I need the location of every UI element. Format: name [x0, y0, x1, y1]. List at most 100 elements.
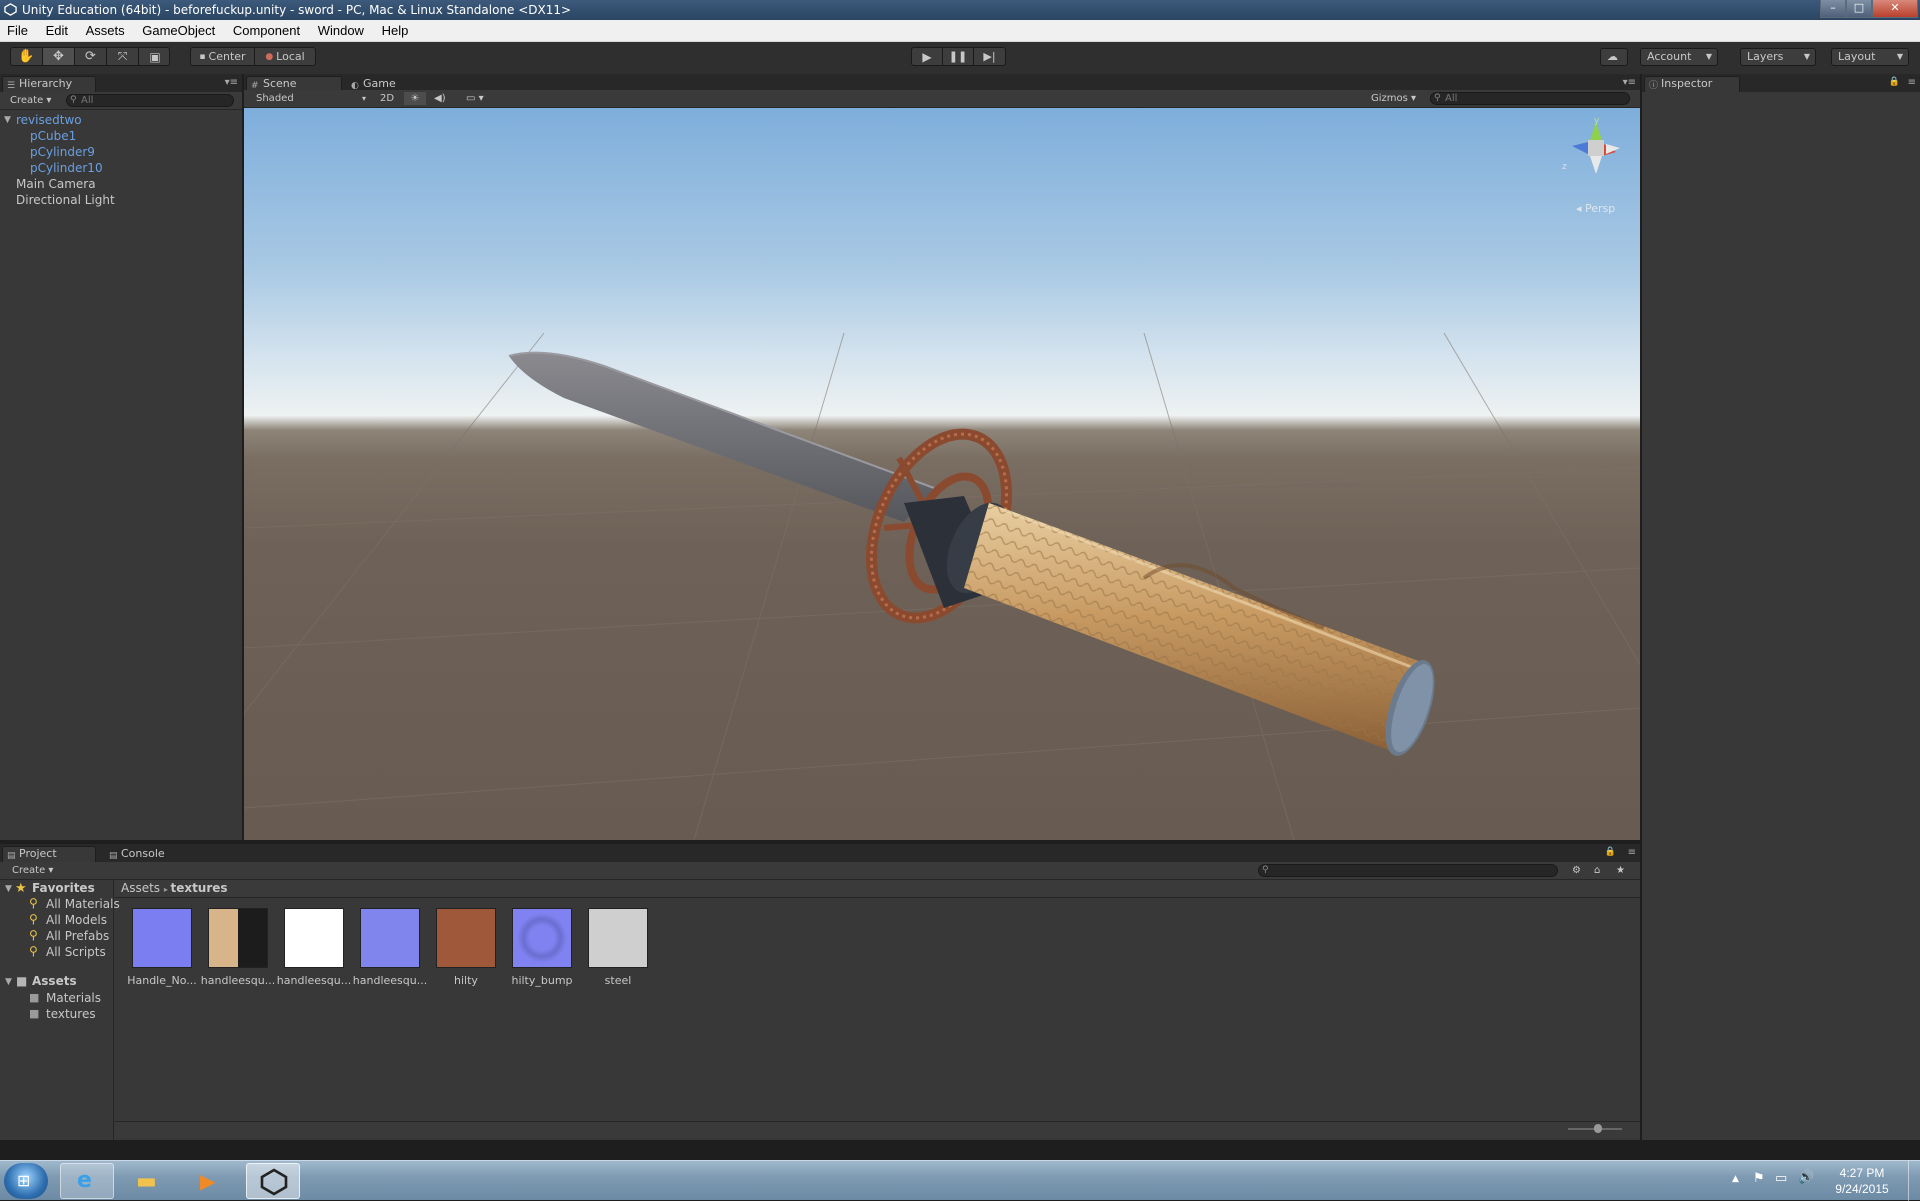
folder-textures[interactable]: textures — [46, 1007, 96, 1021]
scale-icon: ⤧ — [117, 49, 128, 63]
asset-thumb-hilty[interactable] — [436, 908, 496, 968]
hand-tool-button[interactable]: ✋ — [11, 48, 43, 65]
asset-thumb-steel[interactable] — [588, 908, 648, 968]
taskbar-file-explorer[interactable]: ▬ — [122, 1163, 176, 1199]
rect-tool-button[interactable]: ▣ — [139, 48, 171, 65]
menu-component[interactable]: Component — [226, 20, 307, 41]
effects-toggle[interactable]: ▭ ▾ — [466, 92, 484, 105]
expand-arrow-icon[interactable]: ▼ — [4, 115, 11, 125]
panel-menu-icon[interactable]: ▾≡ — [1623, 77, 1636, 88]
expand-arrow-icon[interactable]: ▼ — [5, 977, 12, 987]
panel-menu-icon[interactable]: ≡ — [1628, 847, 1636, 858]
play-button[interactable]: ▶ — [912, 48, 943, 65]
mode-2d-toggle[interactable]: 2D — [380, 92, 394, 105]
local-icon: ● — [265, 51, 274, 62]
panel-menu-icon[interactable]: ≡ — [1908, 77, 1916, 88]
hierarchy-item-pcylinder10[interactable]: pCylinder10 — [30, 161, 103, 175]
asset-thumb-hilty-bump[interactable] — [512, 908, 572, 968]
account-dropdown[interactable]: Account ▼ — [1640, 48, 1718, 66]
clock[interactable]: 4:27 PM 9/24/2015 — [1822, 1165, 1902, 1197]
flag-icon[interactable]: ⚑ — [1753, 1171, 1765, 1186]
gizmo-z-label: z — [1562, 162, 1567, 172]
slider-handle[interactable] — [1594, 1124, 1602, 1133]
persp-label[interactable]: ◂ Persp — [1576, 202, 1615, 215]
favorite-all-models[interactable]: All Models — [46, 913, 107, 927]
pivot-local-button[interactable]: ● Local — [255, 48, 315, 65]
hierarchy-item-pcylinder9[interactable]: pCylinder9 — [30, 145, 95, 159]
hierarchy-search-input[interactable]: ⚲ All — [66, 94, 234, 107]
menu-gameobject[interactable]: GameObject — [135, 20, 222, 41]
hierarchy-item-revisedtwo[interactable]: revisedtwo — [16, 113, 82, 127]
tab-project[interactable]: ▤ Project — [2, 846, 96, 862]
asset-thumb-handlee-square-2[interactable] — [284, 908, 344, 968]
scale-tool-button[interactable]: ⤧ — [107, 48, 139, 65]
hierarchy-item-main-camera[interactable]: Main Camera — [16, 177, 96, 191]
favorite-all-prefabs[interactable]: All Prefabs — [46, 929, 109, 943]
rotate-tool-button[interactable]: ⟳ — [75, 48, 107, 65]
asset-thumb-handle-normal[interactable] — [132, 908, 192, 968]
show-desktop-button[interactable] — [1908, 1161, 1920, 1201]
step-button[interactable]: ▶| — [974, 48, 1005, 65]
menu-file[interactable]: File — [0, 20, 35, 41]
main-toolbar: ✋ ✥ ⟳ ⤧ ▣ ▪ Center ● Local ▶ ❚❚ ▶| ☁ Acc… — [0, 42, 1920, 74]
panel-menu-icon[interactable]: ▾≡ — [225, 77, 238, 88]
filter-label-button[interactable]: ⌂ — [1594, 864, 1600, 877]
info-icon: ⓘ — [1649, 81, 1659, 91]
volume-icon[interactable]: 🔊 — [1798, 1170, 1814, 1185]
show-hidden-icons[interactable]: ▲ — [1732, 1174, 1739, 1184]
lighting-toggle[interactable]: ☀ — [404, 92, 426, 105]
taskbar-internet-explorer[interactable]: e — [60, 1163, 114, 1199]
orientation-gizmo[interactable] — [1572, 122, 1620, 174]
assets-folder[interactable]: Assets — [32, 974, 77, 988]
hierarchy-item-pcube1[interactable]: pCube1 — [30, 129, 76, 143]
favorites-header[interactable]: Favorites — [32, 881, 95, 895]
cloud-button[interactable]: ☁ — [1600, 48, 1628, 66]
asset-label: handleesqu... — [276, 974, 352, 987]
pivot-center-button[interactable]: ▪ Center — [191, 48, 255, 65]
project-create-button[interactable]: Create ▾ — [12, 864, 53, 877]
favorite-all-materials[interactable]: All Materials — [46, 897, 120, 911]
filter-type-button[interactable]: ⚙ — [1572, 864, 1581, 877]
scene-viewport[interactable]: y z ◂ Persp — [244, 108, 1640, 840]
inspector-panel — [1642, 74, 1920, 1140]
scene-search-input[interactable]: ⚲ All — [1430, 92, 1630, 105]
favorite-button[interactable]: ★ — [1616, 864, 1625, 877]
minimize-button[interactable]: – — [1820, 0, 1846, 18]
tab-console[interactable]: ▤ Console — [104, 846, 184, 862]
asset-label: handleesqu... — [200, 974, 276, 987]
breadcrumb-assets[interactable]: Assets — [121, 881, 160, 895]
asset-thumb-handlee-square-1[interactable] — [208, 908, 268, 968]
window-titlebar: Unity Education (64bit) - beforefuckup.u… — [0, 0, 1920, 20]
breadcrumb-textures[interactable]: textures — [170, 881, 227, 895]
taskbar-unity[interactable] — [246, 1163, 300, 1199]
close-button[interactable]: ✕ — [1872, 0, 1918, 18]
hierarchy-item-directional-light[interactable]: Directional Light — [16, 193, 115, 207]
move-tool-button[interactable]: ✥ — [43, 48, 75, 65]
asset-thumb-handlee-square-3[interactable] — [360, 908, 420, 968]
maximize-button[interactable]: □ — [1846, 0, 1872, 18]
network-icon[interactable]: ▭ — [1775, 1171, 1787, 1186]
menu-edit[interactable]: Edit — [39, 20, 75, 41]
filter-icon: ⚙ — [1572, 865, 1581, 876]
tab-hierarchy[interactable]: ☰ Hierarchy — [2, 76, 96, 92]
layers-dropdown[interactable]: Layers ▼ — [1740, 48, 1816, 66]
menu-help[interactable]: Help — [375, 20, 416, 41]
tab-inspector[interactable]: ⓘ Inspector — [1644, 76, 1740, 92]
hierarchy-create-button[interactable]: Create ▾ — [10, 94, 51, 107]
lock-icon[interactable]: 🔒 — [1605, 847, 1616, 857]
lock-icon[interactable]: 🔒 — [1889, 77, 1900, 87]
expand-arrow-icon[interactable]: ▼ — [5, 884, 12, 894]
pause-button[interactable]: ❚❚ — [943, 48, 974, 65]
project-search-input[interactable]: ⚲ — [1258, 864, 1558, 877]
start-button[interactable]: ⊞ — [4, 1163, 48, 1199]
favorite-all-scripts[interactable]: All Scripts — [46, 945, 106, 959]
gizmos-dropdown[interactable]: Gizmos ▾ — [1371, 92, 1416, 105]
shading-mode-dropdown[interactable]: Shaded ▾ — [256, 92, 366, 105]
menu-assets[interactable]: Assets — [79, 20, 132, 41]
folder-materials[interactable]: Materials — [46, 991, 101, 1005]
audio-toggle[interactable]: ◀) — [434, 92, 446, 105]
layout-dropdown[interactable]: Layout ▼ — [1831, 48, 1909, 66]
menu-window[interactable]: Window — [311, 20, 371, 41]
taskbar-media-player[interactable]: ▶ — [184, 1163, 238, 1199]
project-tab-label: Project — [19, 847, 57, 860]
